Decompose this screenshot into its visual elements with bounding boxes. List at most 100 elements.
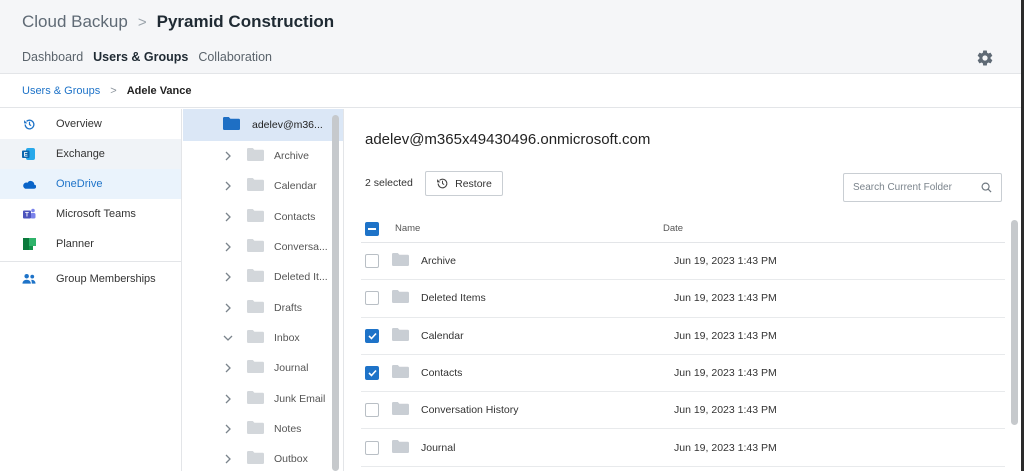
tree-item-inbox[interactable]: Inbox xyxy=(183,323,343,353)
nav-item-exchange[interactable]: E Exchange xyxy=(0,139,181,169)
search-icon[interactable] xyxy=(981,182,992,193)
folder-icon xyxy=(392,253,409,269)
column-header-date[interactable]: Date xyxy=(659,223,1005,234)
org-name: Pyramid Construction xyxy=(156,12,335,31)
row-checkbox[interactable] xyxy=(365,254,379,269)
nav-item-group-memberships[interactable]: Group Memberships xyxy=(0,264,181,294)
chevron-right-icon[interactable] xyxy=(223,303,233,313)
folder-icon xyxy=(247,148,264,164)
tab-dashboard[interactable]: Dashboard xyxy=(22,50,83,64)
folder-icon xyxy=(247,178,264,194)
nav-item-planner[interactable]: Planner xyxy=(0,229,181,259)
tree-item-junk-email[interactable]: Junk Email xyxy=(183,383,343,413)
row-date: Jun 19, 2023 1:43 PM xyxy=(674,441,777,454)
folder-icon xyxy=(247,390,264,407)
tree-item-calendar[interactable]: Calendar xyxy=(183,171,343,201)
main-panel: adelev@m365x49430496.onmicrosoft.com 2 s… xyxy=(345,109,1024,471)
tree-item-outbox[interactable]: Outbox xyxy=(183,444,343,471)
table-row[interactable]: Conversation History Jun 19, 2023 1:43 P… xyxy=(361,392,1005,430)
chevron-right-icon[interactable] xyxy=(223,363,233,373)
column-header-name[interactable]: Name xyxy=(395,223,420,234)
folder-icon xyxy=(247,208,264,225)
row-checkbox[interactable] xyxy=(365,440,379,455)
search-input[interactable]: Search Current Folder xyxy=(843,173,1002,202)
nav-item-teams[interactable]: T Microsoft Teams xyxy=(0,199,181,229)
row-date: Jun 19, 2023 1:43 PM xyxy=(674,367,777,380)
minus-icon xyxy=(368,227,376,230)
history-icon xyxy=(22,117,36,131)
tree-item-contacts[interactable]: Contacts xyxy=(183,202,343,232)
row-name[interactable]: Archive xyxy=(421,255,456,267)
row-date: Jun 19, 2023 1:43 PM xyxy=(674,404,777,417)
gear-icon[interactable] xyxy=(976,49,994,67)
tree-item-label: Contacts xyxy=(274,210,316,223)
chevron-right-icon[interactable] xyxy=(223,454,233,464)
folder-icon xyxy=(392,327,409,344)
row-name[interactable]: Deleted Items xyxy=(421,292,486,304)
breadcrumb-separator: > xyxy=(110,84,117,97)
restore-icon xyxy=(437,178,448,189)
teams-icon: T xyxy=(22,207,36,221)
tree-item-notes[interactable]: Notes xyxy=(183,414,343,444)
table-scrollbar[interactable] xyxy=(1011,220,1018,425)
row-checkbox[interactable] xyxy=(365,403,379,418)
row-name[interactable]: Calendar xyxy=(421,330,464,342)
chevron-right-icon[interactable] xyxy=(223,242,233,252)
row-checkbox[interactable] xyxy=(365,291,379,306)
left-nav: Overview E Exchange OneDrive T Microsoft… xyxy=(0,109,182,471)
tree-item-archive[interactable]: Archive xyxy=(183,141,343,171)
nav-item-onedrive[interactable]: OneDrive xyxy=(0,169,181,199)
row-name[interactable]: Contacts xyxy=(421,367,462,379)
svg-text:T: T xyxy=(25,213,29,219)
folder-icon xyxy=(392,402,409,418)
table-row[interactable]: Contacts Jun 19, 2023 1:43 PM xyxy=(361,355,1005,393)
chevron-right-icon[interactable] xyxy=(223,272,233,282)
chevron-right-icon[interactable] xyxy=(223,394,233,404)
table-row[interactable]: Archive Jun 19, 2023 1:43 PM xyxy=(361,243,1005,281)
row-name[interactable]: Conversation History xyxy=(421,404,518,416)
chevron-right-icon[interactable] xyxy=(223,424,233,434)
select-all-checkbox[interactable] xyxy=(365,221,379,236)
onedrive-icon xyxy=(22,177,36,191)
chevron-right-icon[interactable] xyxy=(223,151,233,161)
tab-collaboration[interactable]: Collaboration xyxy=(198,50,272,64)
row-name[interactable]: Journal xyxy=(421,442,455,454)
row-checkbox[interactable] xyxy=(365,328,379,343)
chevron-right-icon[interactable] xyxy=(223,181,233,191)
tree-item-drafts[interactable]: Drafts xyxy=(183,292,343,322)
restore-label: Restore xyxy=(455,177,492,190)
nav-item-overview[interactable]: Overview xyxy=(0,109,181,139)
folder-tree: adelev@m36... Archive Calendar Contacts … xyxy=(183,109,344,471)
checkmark-icon xyxy=(367,369,377,377)
table-row[interactable]: Calendar Jun 19, 2023 1:43 PM xyxy=(361,318,1005,355)
folder-icon xyxy=(247,329,264,346)
tree-item-label: Journal xyxy=(274,362,309,375)
app-name[interactable]: Cloud Backup xyxy=(22,12,128,32)
tree-item-deleted-items[interactable]: Deleted It... xyxy=(183,262,343,292)
tree-item-conversation-history[interactable]: Conversa... xyxy=(183,232,343,262)
tree-root-mailbox[interactable]: adelev@m36... xyxy=(183,109,343,141)
folder-icon xyxy=(392,365,409,381)
tree-item-label: Junk Email xyxy=(274,392,326,405)
table-row[interactable]: Journal Jun 19, 2023 1:43 PM xyxy=(361,429,1005,467)
tree-item-label: Inbox xyxy=(274,331,300,344)
people-icon xyxy=(22,272,36,286)
folder-icon xyxy=(247,360,264,376)
tree-item-label: Outbox xyxy=(274,453,308,466)
table-header: Name Date xyxy=(361,215,1005,243)
tree-item-label: Calendar xyxy=(274,180,317,193)
tab-users-groups[interactable]: Users & Groups xyxy=(93,50,188,64)
row-date: Jun 19, 2023 1:43 PM xyxy=(674,292,777,305)
chevron-down-icon[interactable] xyxy=(223,335,233,341)
top-header: Cloud Backup > Pyramid Construction Dash… xyxy=(0,0,1024,74)
nav-divider xyxy=(0,261,181,262)
tree-item-journal[interactable]: Journal xyxy=(183,353,343,383)
folder-table: Name Date Archive Jun 19, 2023 1:43 PM D… xyxy=(361,215,1005,467)
tree-scrollbar[interactable] xyxy=(332,115,339,471)
chevron-right-icon[interactable] xyxy=(223,212,233,222)
table-row[interactable]: Deleted Items Jun 19, 2023 1:43 PM xyxy=(361,280,1005,318)
row-checkbox[interactable] xyxy=(365,366,379,381)
breadcrumb-users-groups[interactable]: Users & Groups xyxy=(22,85,100,97)
restore-button[interactable]: Restore xyxy=(425,171,503,196)
folder-icon xyxy=(247,299,264,316)
